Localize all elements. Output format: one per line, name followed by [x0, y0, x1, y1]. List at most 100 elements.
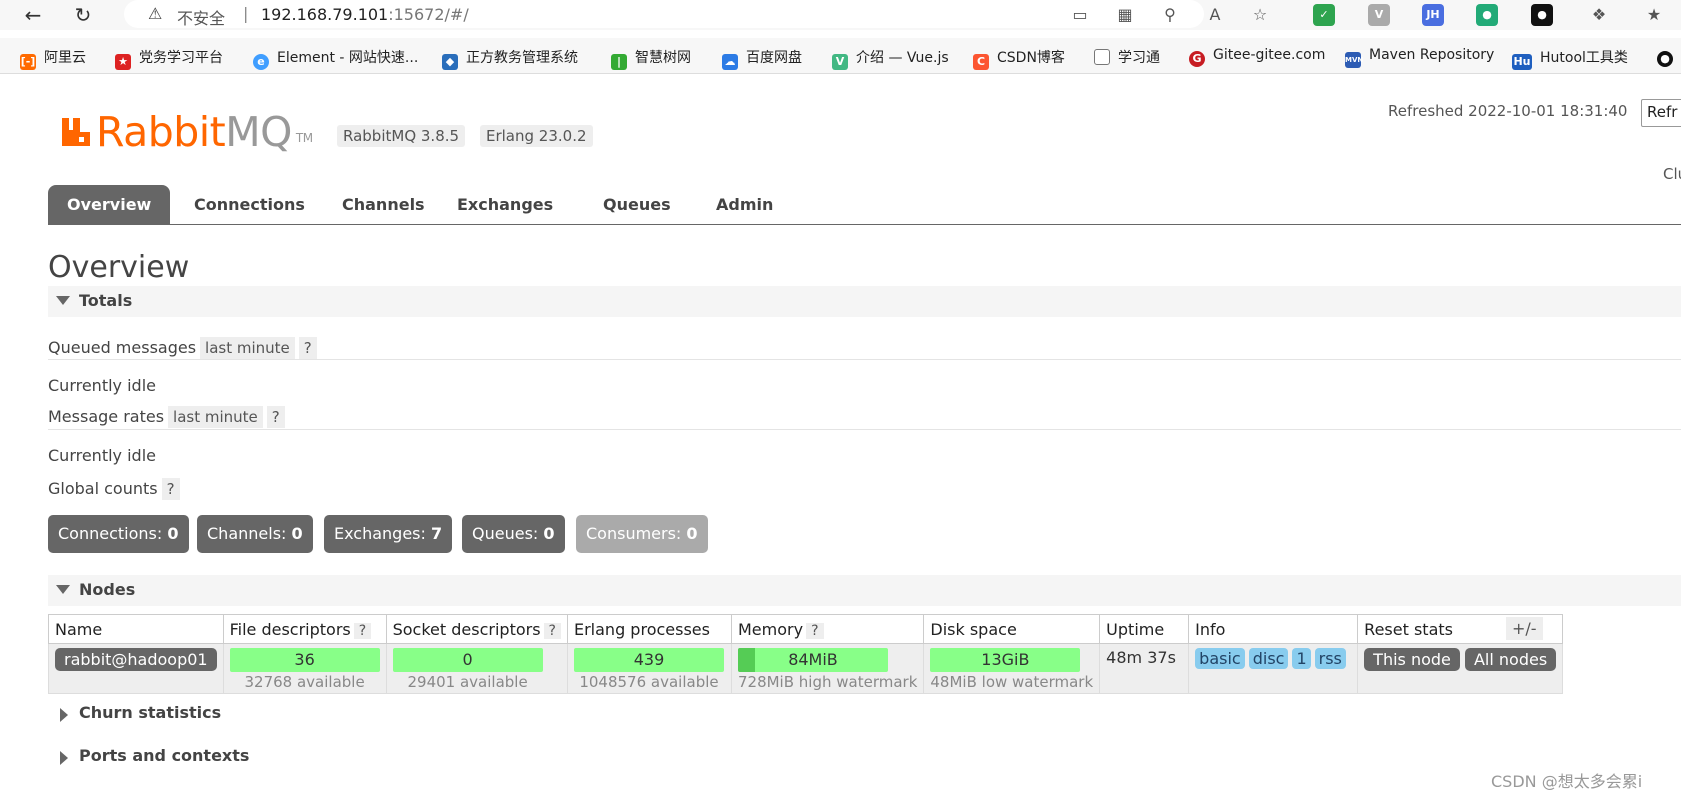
- add-favorite-icon[interactable]: ☆: [1248, 3, 1272, 27]
- bookmark-gitee[interactable]: G Gitee-gitee.com: [1189, 47, 1325, 67]
- channels-count[interactable]: Channels: 0: [197, 515, 313, 553]
- node-name-cell: rabbit@hadoop01: [48, 643, 224, 694]
- tampermonkey-extension-icon[interactable]: ●: [1531, 4, 1553, 26]
- url-path: :15672/#/: [388, 5, 469, 24]
- count-label: Exchanges:: [334, 524, 426, 543]
- tab-connections[interactable]: Connections: [175, 185, 324, 225]
- nodes-section-header[interactable]: Nodes: [48, 575, 1681, 606]
- node-name-link[interactable]: rabbit@hadoop01: [55, 648, 217, 671]
- message-rates-help[interactable]: ?: [266, 406, 285, 428]
- col-name[interactable]: Name: [48, 614, 224, 644]
- help-button[interactable]: ?: [806, 622, 824, 639]
- gitee-icon: G: [1189, 51, 1205, 67]
- csdn-icon: C: [973, 54, 989, 70]
- queues-count[interactable]: Queues: 0: [462, 515, 565, 553]
- consumers-count[interactable]: Consumers: 0: [576, 515, 708, 553]
- csdn-watermark: CSDN @想太多会累i: [1491, 772, 1643, 791]
- globe-extension-icon[interactable]: ●: [1476, 4, 1498, 26]
- global-counts-label: Global counts: [48, 479, 158, 498]
- col-erlang-processes[interactable]: Erlang processes: [566, 614, 732, 644]
- divider: [48, 429, 1681, 430]
- extensions-puzzle-icon[interactable]: ❖: [1587, 3, 1611, 27]
- warning-icon[interactable]: ⚠: [148, 4, 162, 23]
- erlang-version-badge: Erlang 23.0.2: [480, 125, 593, 147]
- shield-extension-icon[interactable]: ✓: [1313, 4, 1335, 26]
- bookmark-label: 介绍 — Vue.js: [856, 50, 949, 66]
- bookmark-vue[interactable]: V 介绍 — Vue.js: [832, 47, 949, 70]
- tab-channels[interactable]: Channels: [323, 185, 444, 225]
- collapsed-triangle-icon: [60, 751, 68, 765]
- back-arrow-icon[interactable]: ←: [20, 2, 46, 28]
- bookmark-party[interactable]: ★ 党务学习平台: [115, 47, 223, 70]
- tab-exchanges[interactable]: Exchanges: [438, 185, 572, 225]
- disk-value: 13GiB: [981, 650, 1030, 669]
- mvn-icon: MVN: [1345, 52, 1363, 68]
- bookmark-maven[interactable]: MVN Maven Repository: [1345, 47, 1494, 68]
- favorites-icon[interactable]: ★: [1642, 3, 1666, 27]
- bookmark-label: 正方教务管理系统: [466, 50, 578, 66]
- queued-messages-help[interactable]: ?: [298, 337, 317, 359]
- message-rates-range-select[interactable]: last minute: [168, 406, 263, 428]
- vue-devtools-extension-icon[interactable]: V: [1368, 4, 1390, 26]
- count-value: 0: [291, 524, 303, 543]
- bookmark-xuexitong[interactable]: 学习通: [1094, 47, 1160, 67]
- fd-available: 32768 available: [244, 673, 365, 691]
- uptime-cell: 48m 37s: [1099, 643, 1190, 694]
- refresh-interval-select[interactable]: Refr: [1641, 99, 1681, 127]
- insecure-label[interactable]: 不安全: [177, 5, 225, 29]
- jh-extension-icon[interactable]: JH: [1422, 4, 1444, 26]
- tab-overview[interactable]: Overview: [48, 185, 171, 225]
- bookmark-github[interactable]: ●: [1657, 47, 1681, 67]
- count-value: 0: [167, 524, 179, 543]
- bookmark-label: 阿里云: [44, 50, 86, 66]
- col-file-descriptors[interactable]: File descriptors?: [222, 614, 387, 644]
- connections-count[interactable]: Connections: 0: [48, 515, 189, 553]
- global-counts-help[interactable]: ?: [161, 478, 180, 500]
- bookmark-baidu-pan[interactable]: ☁ 百度网盘: [722, 47, 802, 70]
- col-socket-descriptors[interactable]: Socket descriptors?: [385, 614, 568, 644]
- bookmark-hutool[interactable]: Hu Hutool工具类: [1512, 47, 1628, 70]
- col-info[interactable]: Info: [1188, 614, 1359, 644]
- fd-bar: 36: [229, 648, 380, 672]
- devices-icon[interactable]: ▭: [1068, 3, 1092, 27]
- divider: [48, 359, 1681, 360]
- bookmark-label: Maven Repository: [1369, 47, 1495, 63]
- queued-messages-idle: Currently idle: [48, 376, 156, 395]
- refreshed-timestamp: Refreshed 2022-10-01 18:31:40: [1388, 102, 1628, 120]
- help-button[interactable]: ?: [543, 622, 561, 639]
- reload-icon[interactable]: ↻: [70, 2, 96, 28]
- column-header: Name: [55, 619, 103, 639]
- disk-watermark: 48MiB low watermark: [930, 673, 1094, 691]
- bookmark-element[interactable]: e Element - 网站快速...: [253, 47, 418, 70]
- queued-messages-range-select[interactable]: last minute: [200, 337, 295, 359]
- exchanges-count[interactable]: Exchanges: 7: [324, 515, 453, 553]
- col-disk-space[interactable]: Disk space: [923, 614, 1101, 644]
- disk-cell: 13GiB 48MiB low watermark: [923, 643, 1101, 694]
- bookmark-csdn[interactable]: C CSDN博客: [973, 47, 1065, 70]
- element-icon: e: [253, 54, 269, 70]
- bookmark-aliyun[interactable]: [-] 阿里云: [20, 47, 86, 70]
- bookmark-label: Gitee-gitee.com: [1213, 47, 1326, 63]
- party-icon: ★: [115, 54, 131, 70]
- memory-bar: 84MiB: [737, 648, 888, 672]
- url-text[interactable]: 192.168.79.101:15672/#/: [261, 5, 469, 24]
- col-memory[interactable]: Memory?: [730, 614, 925, 644]
- key-icon[interactable]: ⚲: [1158, 3, 1182, 27]
- apps-icon[interactable]: ▦: [1113, 3, 1137, 27]
- column-toggle-button[interactable]: +/-: [1506, 617, 1543, 640]
- expanded-triangle-icon: [56, 296, 70, 305]
- read-aloud-icon[interactable]: A: [1203, 3, 1227, 27]
- tab-queues[interactable]: Queues: [584, 185, 690, 225]
- help-button[interactable]: ?: [353, 622, 372, 639]
- totals-section-header[interactable]: Totals: [48, 286, 1681, 317]
- message-rates-idle: Currently idle: [48, 446, 156, 465]
- reset-this-node-button[interactable]: This node: [1364, 648, 1460, 671]
- bookmark-zhs[interactable]: | 智慧树网: [611, 47, 691, 70]
- col-uptime[interactable]: Uptime: [1099, 614, 1190, 644]
- churn-statistics-label: Churn statistics: [79, 703, 222, 722]
- baidu-pan-icon: ☁: [722, 54, 738, 70]
- bookmark-zf[interactable]: ◆ 正方教务管理系统: [442, 47, 578, 70]
- sockets-bar: 0: [392, 648, 543, 672]
- reset-all-nodes-button[interactable]: All nodes: [1464, 648, 1557, 671]
- tab-admin[interactable]: Admin: [697, 185, 792, 225]
